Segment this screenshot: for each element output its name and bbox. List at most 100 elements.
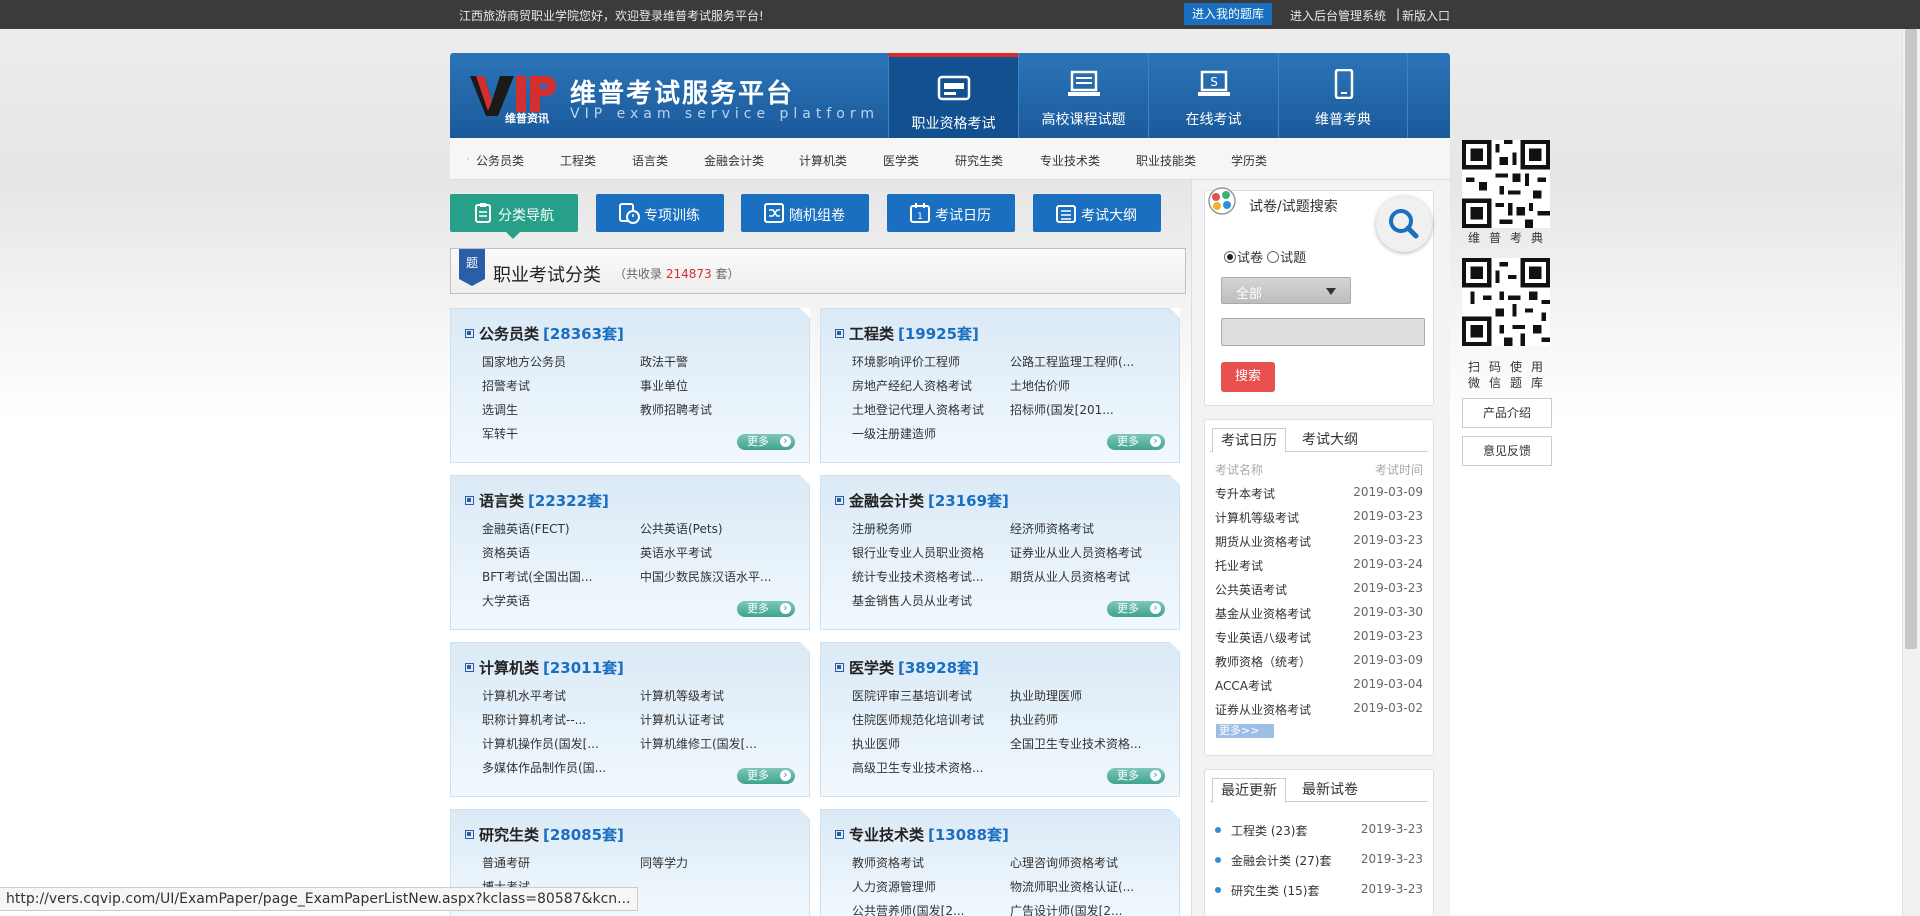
list-item[interactable]: 统计专业技术资格考试...	[852, 568, 983, 585]
list-item[interactable]: 注册税务师	[852, 520, 912, 537]
card-header[interactable]: 专业技术类 [13088套]	[835, 824, 1009, 845]
list-item[interactable]: 住院医师规范化培训考试	[852, 711, 984, 728]
exam-calendar-button[interactable]: 1 考试日历	[887, 194, 1015, 232]
list-item[interactable]: 事业单位	[640, 377, 688, 394]
tab-latest-papers[interactable]: 最新试卷	[1294, 778, 1366, 803]
list-item[interactable]: 招警考试	[482, 377, 530, 394]
calendar-row[interactable]: 基金从业资格考试 2019-03-30	[1215, 605, 1423, 622]
list-item[interactable]: 计算机水平考试	[482, 687, 566, 704]
list-item[interactable]: 广告设计师(国发[2...	[1010, 902, 1122, 916]
keyword-input[interactable]	[1221, 318, 1425, 346]
subnav-item[interactable]: 工程类	[560, 152, 596, 169]
subnav-item[interactable]: 公务员类	[476, 152, 524, 169]
subnav-item[interactable]: 医学类	[883, 152, 919, 169]
new-version-link[interactable]: 新版入口	[1402, 7, 1450, 24]
feedback-button[interactable]: 意见反馈	[1462, 436, 1552, 466]
random-paper-button[interactable]: 随机组卷	[741, 194, 869, 232]
special-training-button[interactable]: 专项训练	[596, 194, 724, 232]
list-item[interactable]: 心理咨询师资格考试	[1010, 854, 1118, 871]
list-item[interactable]: 公共英语(Pets)	[640, 520, 723, 537]
list-item[interactable]: 房地产经纪人资格考试	[852, 377, 972, 394]
list-item[interactable]: 公共营养师(国发[2...	[852, 902, 964, 916]
list-item[interactable]: 基金销售人员从业考试	[852, 592, 972, 609]
list-item[interactable]: 银行业专业人员职业资格	[852, 544, 984, 561]
list-item[interactable]: 土地估价师	[1010, 377, 1070, 394]
qr-code-vip-dictionary[interactable]	[1462, 140, 1550, 228]
list-item[interactable]: 土地登记代理人资格考试	[852, 401, 984, 418]
exam-outline-button[interactable]: 考试大纲	[1033, 194, 1161, 232]
list-item[interactable]: 计算机维修工(国发[...	[640, 735, 757, 752]
list-item[interactable]: 计算机等级考试	[640, 687, 724, 704]
list-item[interactable]: 期货从业人员资格考试	[1010, 568, 1130, 585]
calendar-row[interactable]: 教师资格（统考） 2019-03-09	[1215, 653, 1423, 670]
card-header[interactable]: 医学类 [38928套]	[835, 657, 979, 678]
card-header[interactable]: 研究生类 [28085套]	[465, 824, 624, 845]
list-item[interactable]: 公路工程监理工程师(...	[1010, 353, 1134, 370]
more-button[interactable]: 更多	[737, 601, 795, 617]
list-item[interactable]: 国家地方公务员	[482, 353, 566, 370]
my-question-bank-button[interactable]: 进入我的题库	[1184, 3, 1273, 25]
list-item[interactable]: 职称计算机考试--...	[482, 711, 586, 728]
list-item[interactable]: 经济师资格考试	[1010, 520, 1094, 537]
list-item[interactable]: 计算机操作员(国发[...	[482, 735, 599, 752]
list-item[interactable]: 全国卫生专业技术资格...	[1010, 735, 1141, 752]
subnav-item[interactable]: 专业技术类	[1040, 152, 1100, 169]
list-item[interactable]: 高级卫生专业技术资格...	[852, 759, 983, 776]
radio-paper[interactable]	[1224, 251, 1236, 263]
list-item[interactable]: 金融英语(FECT)	[482, 520, 570, 537]
card-header[interactable]: 工程类 [19925套]	[835, 323, 979, 344]
search-icon-button[interactable]	[1376, 196, 1432, 252]
category-nav-button[interactable]: 分类导航	[450, 194, 578, 239]
calendar-row[interactable]: 托业考试 2019-03-24	[1215, 557, 1423, 574]
list-item[interactable]: 计算机认证考试	[640, 711, 724, 728]
list-item[interactable]: BFT考试(全国出国...	[482, 568, 592, 585]
subnav-item[interactable]: 计算机类	[799, 152, 847, 169]
card-header[interactable]: 语言类 [22322套]	[465, 490, 609, 511]
list-item[interactable]: 一级注册建造师	[852, 425, 936, 442]
calendar-row[interactable]: 专业英语八级考试 2019-03-23	[1215, 629, 1423, 646]
tab-professional-exam[interactable]: 职业资格考试	[888, 53, 1018, 138]
calendar-row[interactable]: 期货从业资格考试 2019-03-23	[1215, 533, 1423, 550]
calendar-row[interactable]: 公共英语考试 2019-03-23	[1215, 581, 1423, 598]
list-item[interactable]: 医院评审三基培训考试	[852, 687, 972, 704]
list-item[interactable]: 多媒体作品制作员(国...	[482, 759, 606, 776]
list-item[interactable]: 中国少数民族汉语水平...	[640, 568, 771, 585]
subnav-item[interactable]: 语言类	[632, 152, 668, 169]
calendar-more-link[interactable]: 更多>>	[1216, 724, 1274, 738]
card-header[interactable]: 公务员类 [28363套]	[465, 323, 624, 344]
list-item[interactable]: 军转干	[482, 425, 518, 442]
list-item[interactable]: 大学英语	[482, 592, 530, 609]
calendar-row[interactable]: 专升本考试 2019-03-09	[1215, 485, 1423, 502]
subnav-item[interactable]: 研究生类	[955, 152, 1003, 169]
list-item[interactable]: 执业助理医师	[1010, 687, 1082, 704]
scrollbar-thumb[interactable]	[1905, 29, 1917, 649]
card-header[interactable]: 金融会计类 [23169套]	[835, 490, 1009, 511]
subnav-item[interactable]: 学历类	[1231, 152, 1267, 169]
admin-link[interactable]: 进入后台管理系统	[1290, 7, 1386, 24]
list-item[interactable]: 执业药师	[1010, 711, 1058, 728]
list-item[interactable]: 招标师(国发[201...	[1010, 401, 1114, 418]
list-item[interactable]: 同等学力	[640, 854, 688, 871]
tab-college-course[interactable]: 高校课程试题	[1018, 53, 1148, 138]
calendar-row[interactable]: 计算机等级考试 2019-03-23	[1215, 509, 1423, 526]
calendar-row[interactable]: ACCA考试 2019-03-04	[1215, 677, 1423, 694]
list-item[interactable]: 英语水平考试	[640, 544, 712, 561]
list-item[interactable]: 资格英语	[482, 544, 530, 561]
search-button[interactable]: 搜索	[1221, 362, 1275, 392]
category-select[interactable]: 全部	[1221, 277, 1351, 304]
list-item[interactable]: 证券业从业人员资格考试	[1010, 544, 1142, 561]
list-item[interactable]: 政法干警	[640, 353, 688, 370]
card-header[interactable]: 计算机类 [23011套]	[465, 657, 624, 678]
subnav-item[interactable]: 职业技能类	[1136, 152, 1196, 169]
more-button[interactable]: 更多	[1107, 601, 1165, 617]
qr-code-wechat[interactable]	[1462, 258, 1550, 346]
tab-online-exam[interactable]: S 在线考试	[1148, 53, 1278, 138]
list-item[interactable]: 环境影响评价工程师	[852, 353, 960, 370]
product-intro-button[interactable]: 产品介绍	[1462, 398, 1552, 428]
list-item[interactable]: 普通考研	[482, 854, 530, 871]
list-item[interactable]: 执业医师	[852, 735, 900, 752]
tab-exam-calendar[interactable]: 考试日历	[1212, 428, 1286, 453]
more-button[interactable]: 更多	[1107, 768, 1165, 784]
tab-exam-outline[interactable]: 考试大纲	[1294, 428, 1366, 453]
list-item[interactable]: 教师资格考试	[852, 854, 924, 871]
